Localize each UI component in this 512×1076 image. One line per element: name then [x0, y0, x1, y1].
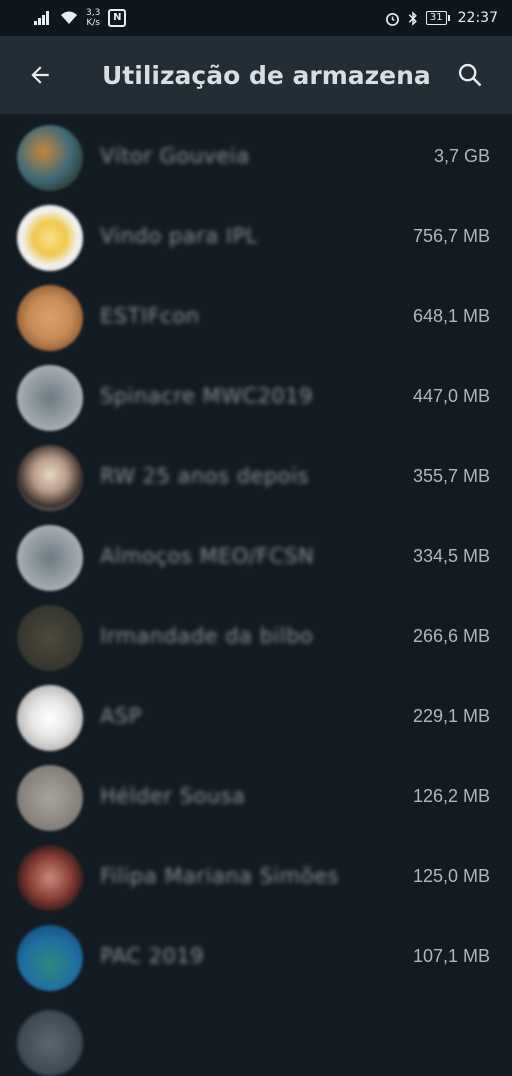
- signal-icon: [34, 11, 49, 25]
- chat-size: 3,7 GB: [433, 146, 490, 166]
- alarm-icon: [385, 12, 399, 26]
- avatar: [17, 445, 83, 511]
- chat-size: 125,0 MB: [412, 866, 490, 886]
- chat-size: 107,1 MB: [412, 946, 490, 966]
- chat-row[interactable]: Vítor Gouveia 3,7 GB: [0, 118, 512, 198]
- chat-size: 355,7 MB: [412, 466, 490, 486]
- network-speed-value: 3,3: [86, 8, 101, 18]
- avatar: [17, 205, 83, 271]
- avatar: [17, 685, 83, 751]
- page-title: Utilização de armazenamento: [102, 60, 432, 90]
- battery-level: 31: [425, 11, 447, 25]
- chat-row[interactable]: ESTIFcon 648,1 MB: [0, 278, 512, 358]
- avatar: [17, 1010, 83, 1076]
- status-left: 3,3 K/s N: [34, 8, 127, 28]
- chat-name: Irmandade da bilbo: [100, 624, 314, 648]
- avatar: [17, 365, 83, 431]
- status-time: 22:37: [457, 10, 498, 26]
- avatar: [17, 525, 83, 591]
- chat-row[interactable]: Almoços MEO/FCSN 334,5 MB: [0, 518, 512, 598]
- chat-size: 756,7 MB: [412, 226, 490, 246]
- chat-name: Almoços MEO/FCSN: [100, 544, 315, 568]
- search-icon: [458, 63, 482, 87]
- chat-name: Vítor Gouveia: [100, 144, 250, 168]
- chat-size: 447,0 MB: [412, 386, 490, 406]
- chat-row[interactable]: Hélder Sousa 126,2 MB: [0, 758, 512, 838]
- arrow-back-icon: [31, 66, 49, 84]
- chat-row[interactable]: Filipa Mariana Simões 125,0 MB: [0, 838, 512, 918]
- chat-name: ESTIFcon: [100, 304, 200, 328]
- chat-size: 229,1 MB: [412, 706, 490, 726]
- chat-name: PAC 2019: [100, 944, 205, 968]
- nfc-icon: N: [108, 9, 127, 27]
- chat-row[interactable]: ASP 229,1 MB: [0, 678, 512, 758]
- avatar: [17, 925, 83, 991]
- avatar: [17, 125, 83, 191]
- status-bar: 3,3 K/s N 31 22:37: [0, 0, 512, 36]
- storage-chat-list: Vítor Gouveia 3,7 GB Vindo para IPL 756,…: [0, 118, 512, 998]
- chat-row[interactable]: Spinacre MWC2019 447,0 MB: [0, 358, 512, 438]
- wifi-icon: [61, 11, 77, 24]
- battery-icon: 31: [425, 11, 450, 25]
- bluetooth-icon: [408, 10, 417, 26]
- back-button[interactable]: [0, 36, 80, 114]
- avatar: [17, 605, 83, 671]
- network-speed: 3,3 K/s: [86, 8, 100, 28]
- avatar: [17, 845, 83, 911]
- network-speed-unit: K/s: [86, 18, 100, 28]
- chat-name: Filipa Mariana Simões: [100, 864, 339, 888]
- app-bar: Utilização de armazenamento: [0, 36, 512, 114]
- chat-name: RW 25 anos depois: [100, 464, 309, 488]
- chat-size: 334,5 MB: [412, 546, 490, 566]
- avatar: [17, 285, 83, 351]
- chat-name: Vindo para IPL: [100, 224, 258, 248]
- chat-row[interactable]: Irmandade da bilbo 266,6 MB: [0, 598, 512, 678]
- chat-name: Hélder Sousa: [100, 784, 246, 808]
- chat-size: 266,6 MB: [412, 626, 490, 646]
- chat-row[interactable]: RW 25 anos depois 355,7 MB: [0, 438, 512, 518]
- search-button[interactable]: [442, 36, 498, 114]
- chat-name: ASP: [100, 704, 142, 728]
- avatar: [17, 765, 83, 831]
- status-right: 31 22:37: [385, 10, 498, 26]
- chat-row[interactable]: Vindo para IPL 756,7 MB: [0, 198, 512, 278]
- chat-name: Spinacre MWC2019: [100, 384, 313, 408]
- chat-row[interactable]: PAC 2019 107,1 MB: [0, 918, 512, 998]
- chat-size: 126,2 MB: [412, 786, 490, 806]
- chat-size: 648,1 MB: [412, 306, 490, 326]
